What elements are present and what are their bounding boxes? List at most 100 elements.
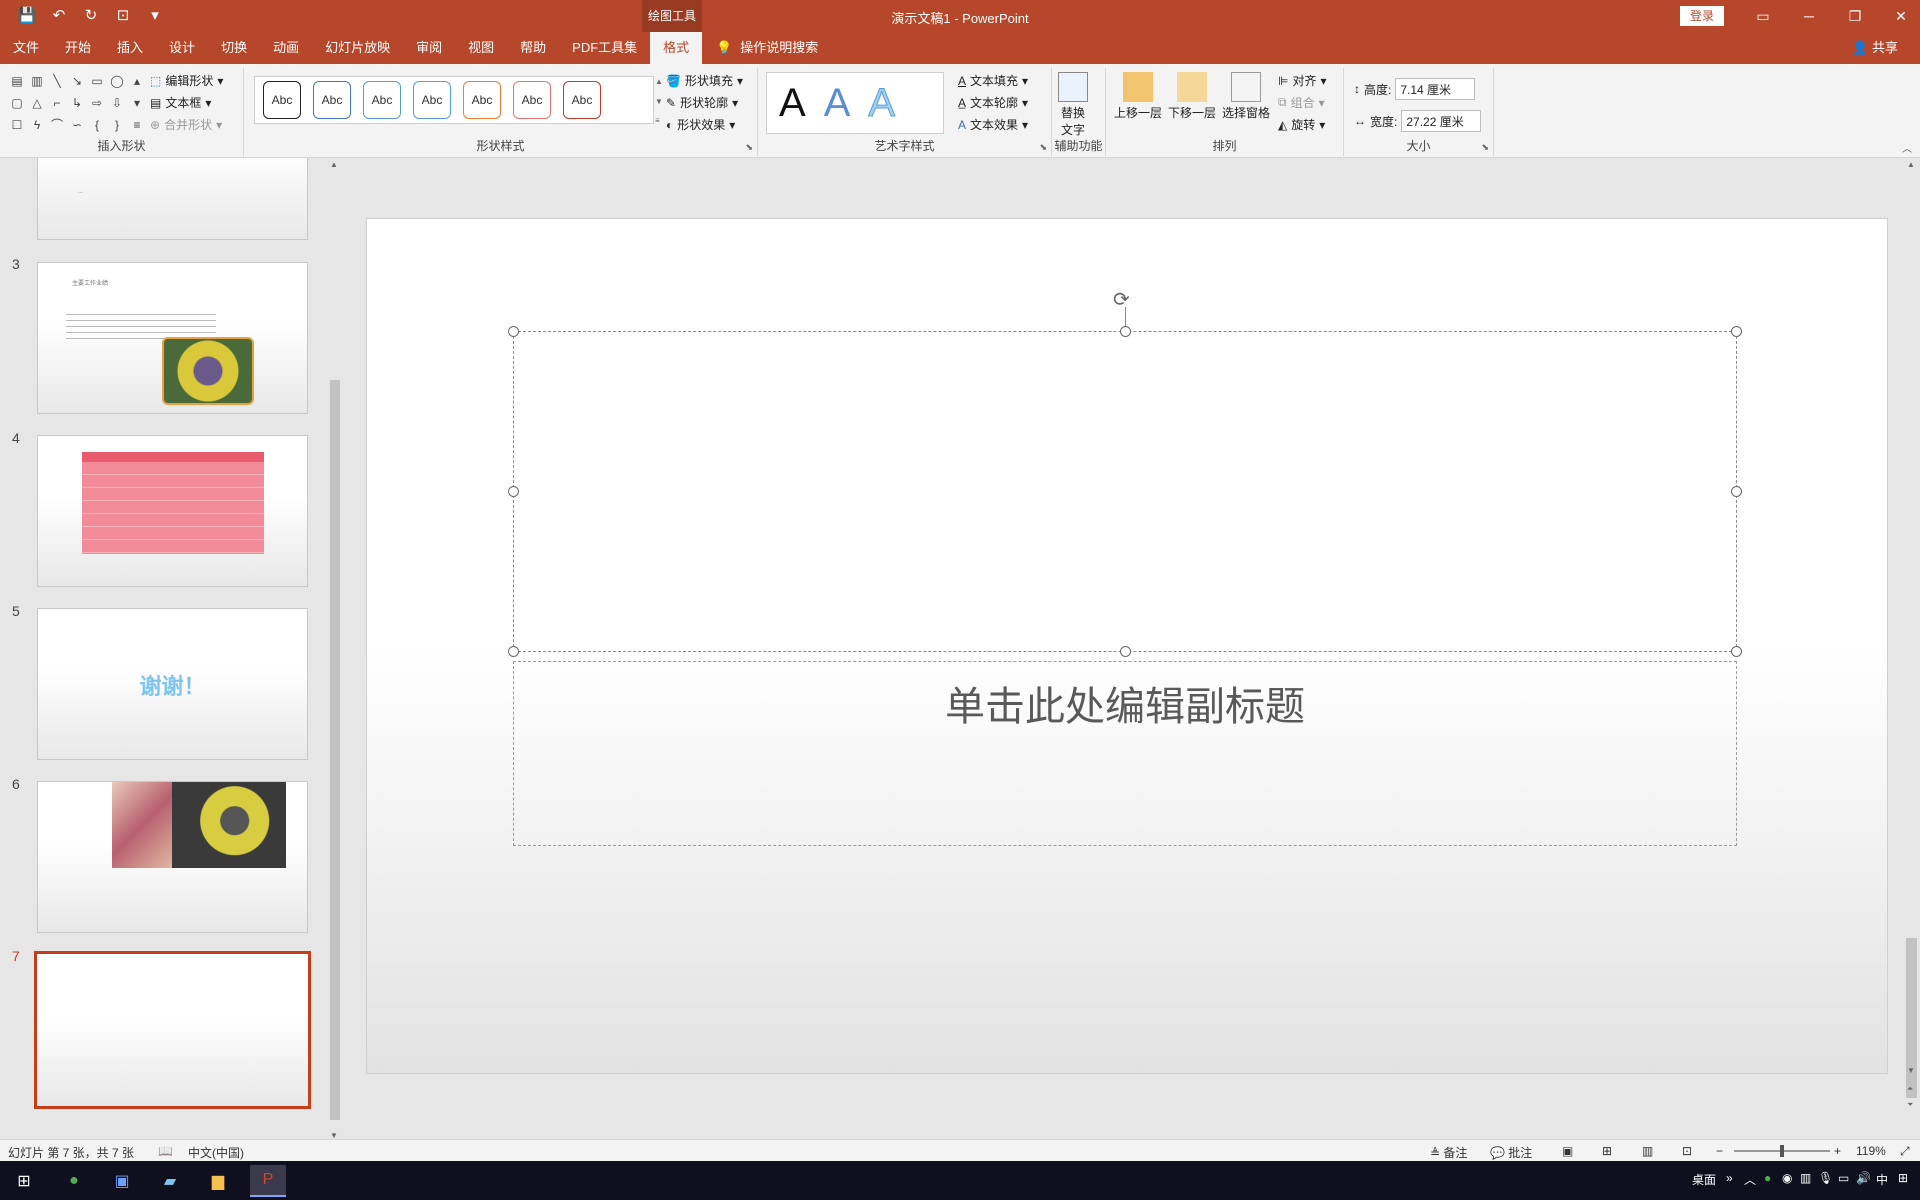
close-icon[interactable]: ✕	[1878, 4, 1920, 28]
restore-icon[interactable]: ❐	[1832, 4, 1878, 28]
arrow-line-shape-icon[interactable]: ↘	[68, 72, 86, 90]
file-explorer-icon[interactable]: ▆	[200, 1165, 236, 1197]
text-outline-button[interactable]: A̲ 文本轮廓 ▾	[958, 94, 1028, 111]
elbow-connector-shape-icon[interactable]: ⌐	[48, 94, 66, 112]
volume-icon[interactable]: 🔊	[1856, 1171, 1871, 1185]
powerpoint-taskbar-icon[interactable]: P	[250, 1165, 286, 1197]
shape-effects-button[interactable]: ◐ 形状效果 ▾	[666, 116, 743, 133]
tell-me-search[interactable]: 💡 操作说明搜索	[716, 32, 818, 64]
subtitle-placeholder[interactable]: 单击此处编辑副标题	[513, 661, 1737, 846]
input-method-grid-icon[interactable]: ⊞	[1898, 1171, 1908, 1185]
slide-thumbnail-3[interactable]: 主要工作业绩	[37, 262, 308, 414]
curve-shape-icon[interactable]: ∽	[68, 116, 86, 134]
tab-design[interactable]: 设计	[156, 32, 208, 64]
toolbar-expand-icon[interactable]: »	[1726, 1171, 1733, 1185]
tray-app-icon[interactable]: ●	[1764, 1171, 1771, 1185]
slide-thumbnail-2[interactable]: ...	[37, 158, 308, 240]
group-button[interactable]: ⧉ 组合 ▾	[1278, 94, 1327, 111]
shape-style-4[interactable]: Abc	[413, 81, 451, 119]
share-button[interactable]: 👤 共享	[1852, 32, 1898, 64]
zoom-level[interactable]: 119%	[1856, 1144, 1886, 1158]
normal-view-icon[interactable]: ▣	[1562, 1144, 1573, 1158]
previous-slide-icon[interactable]: ⏶	[1907, 1084, 1913, 1094]
text-fill-button[interactable]: A 文本填充 ▾	[958, 72, 1028, 89]
comments-button[interactable]: 💬 批注	[1490, 1144, 1532, 1161]
gallery-more-icon[interactable]: ≡	[128, 116, 146, 134]
rotate-button[interactable]: ◭ 旋转 ▾	[1278, 116, 1327, 133]
scroll-up-icon[interactable]: ▲	[1907, 160, 1915, 169]
wordart-style-black[interactable]: A	[779, 83, 806, 123]
thumbnail-pane-scrollbar[interactable]: ▲ ▼	[328, 160, 342, 1140]
tray-app-icon-2[interactable]: ◉	[1782, 1171, 1792, 1185]
dialog-launcher-icon[interactable]: ⬊	[1039, 142, 1047, 153]
left-brace-shape-icon[interactable]: {	[88, 116, 106, 134]
notes-button[interactable]: ≜ 备注	[1430, 1144, 1467, 1161]
shape-style-6[interactable]: Abc	[513, 81, 551, 119]
gallery-down-icon[interactable]: ▾	[128, 94, 146, 112]
language-indicator[interactable]: 中文(中国)	[188, 1144, 244, 1161]
shape-style-7[interactable]: Abc	[563, 81, 601, 119]
merge-shapes-button[interactable]: ⊕ 合并形状 ▾	[150, 116, 223, 133]
lightning-shape-icon[interactable]: ϟ	[28, 116, 46, 134]
spellcheck-icon[interactable]: 📖	[158, 1144, 173, 1158]
zoom-slider-knob[interactable]	[1780, 1145, 1784, 1157]
dialog-launcher-icon[interactable]: ⬊	[1481, 142, 1489, 153]
desktop-toolbar-label[interactable]: 桌面	[1692, 1171, 1716, 1188]
edit-shape-button[interactable]: ⬚ 编辑形状 ▾	[150, 72, 223, 89]
tab-slideshow[interactable]: 幻灯片放映	[312, 32, 403, 64]
send-backward-button[interactable]: 下移一层	[1168, 72, 1216, 121]
tab-pdf-tools[interactable]: PDF工具集	[559, 32, 650, 64]
slide-thumbnail-4[interactable]	[37, 435, 308, 587]
video-app-icon[interactable]: ▣	[104, 1165, 140, 1197]
title-placeholder[interactable]	[508, 326, 1742, 657]
slide-sorter-view-icon[interactable]: ⊞	[1602, 1144, 1612, 1158]
slide-thumbnail-7[interactable]	[34, 951, 311, 1109]
tab-review[interactable]: 审阅	[403, 32, 455, 64]
tab-view[interactable]: 视图	[455, 32, 507, 64]
resize-handle-right[interactable]	[1731, 486, 1742, 497]
thumbnail-scroll-thumb[interactable]	[330, 380, 340, 1120]
shape-style-2[interactable]: Abc	[313, 81, 351, 119]
tray-app-icon-3[interactable]: ▥	[1800, 1171, 1811, 1185]
tray-overflow-icon[interactable]: ︿	[1744, 1171, 1756, 1188]
resize-handle-left[interactable]	[508, 486, 519, 497]
height-input[interactable]	[1395, 78, 1476, 100]
textbox-button[interactable]: ▤ 文本框 ▾	[150, 94, 223, 111]
right-arrow-shape-icon[interactable]: ⇨	[88, 94, 106, 112]
right-brace-shape-icon[interactable]: }	[108, 116, 126, 134]
tab-insert[interactable]: 插入	[104, 32, 156, 64]
slide-vertical-scrollbar[interactable]: ▲ ▼ ⏶ ⏷	[1903, 158, 1920, 1139]
shape-fill-button[interactable]: 🪣 形状填充 ▾	[666, 72, 743, 89]
reading-view-icon[interactable]: ▥	[1642, 1144, 1653, 1158]
windows-start-icon[interactable]: ⊞	[6, 1165, 42, 1197]
elbow-arrow-shape-icon[interactable]: ↳	[68, 94, 86, 112]
rounded-rect-shape-icon[interactable]: ▢	[8, 94, 26, 112]
rotate-handle-icon[interactable]: ⟳	[1113, 287, 1130, 312]
resize-handle-bottom[interactable]	[1120, 646, 1131, 657]
login-button[interactable]: 登录	[1680, 6, 1724, 26]
scroll-down-icon[interactable]: ▼	[1907, 1066, 1915, 1075]
slide-thumbnail-6[interactable]	[37, 781, 308, 933]
tab-help[interactable]: 帮助	[507, 32, 559, 64]
minimize-icon[interactable]: ─	[1786, 4, 1832, 28]
tab-format[interactable]: 格式	[650, 32, 703, 64]
freeform-shape-icon[interactable]: ☐	[8, 116, 26, 134]
shape-style-3[interactable]: Abc	[363, 81, 401, 119]
resize-handle-bottom-left[interactable]	[508, 646, 519, 657]
align-button[interactable]: ⊫ 对齐 ▾	[1278, 72, 1327, 89]
network-icon[interactable]: ▭	[1838, 1171, 1849, 1185]
line-shape-icon[interactable]: ╲	[48, 72, 66, 90]
width-input[interactable]	[1401, 110, 1482, 132]
dialog-launcher-icon[interactable]: ⬊	[745, 142, 753, 153]
slide-thumbnail-5[interactable]: 谢谢！	[37, 608, 308, 760]
text-effects-button[interactable]: A 文本效果 ▾	[958, 116, 1028, 133]
tab-transitions[interactable]: 切换	[208, 32, 260, 64]
resize-handle-top-right[interactable]	[1731, 326, 1742, 337]
shape-outline-button[interactable]: ✎ 形状轮廓 ▾	[666, 94, 743, 111]
wordart-style-outline[interactable]: A	[868, 83, 896, 124]
resize-handle-bottom-right[interactable]	[1731, 646, 1742, 657]
bring-forward-button[interactable]: 上移一层	[1114, 72, 1162, 121]
zoom-in-icon[interactable]: +	[1834, 1144, 1841, 1158]
resize-handle-top-left[interactable]	[508, 326, 519, 337]
textbox-shape-icon[interactable]: ▤	[8, 72, 26, 90]
